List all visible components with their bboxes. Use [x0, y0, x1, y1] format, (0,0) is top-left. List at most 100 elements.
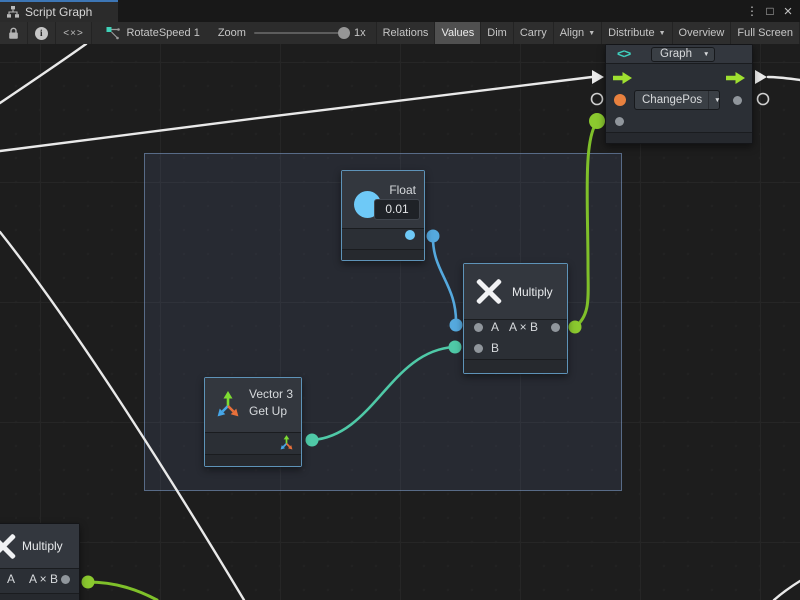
vector3-getup-node[interactable]: Vector 3 Get Up	[204, 377, 302, 467]
wire-white-topleft	[0, 44, 86, 103]
port-result[interactable]	[551, 323, 560, 332]
multiply-node-partial[interactable]: Multiply A A × B	[0, 523, 80, 600]
zoom-control: Zoom 1x	[218, 22, 377, 44]
flow-arrow-in-icon[interactable]	[613, 72, 632, 84]
graph-toolbar: i <×> RotateSpeed 1 Zoom 1x Relations Va…	[0, 22, 800, 45]
graph-reference-icon	[106, 26, 120, 40]
port-b[interactable]	[474, 344, 483, 353]
close-icon[interactable]: ×	[780, 2, 796, 20]
wire-teal-bulb-end	[449, 341, 462, 354]
float-value-input[interactable]: 0.01	[374, 199, 420, 220]
multiply-title: Multiply	[512, 284, 553, 300]
info-icon: i	[35, 27, 48, 40]
script-graph-icon	[7, 6, 19, 18]
info-button[interactable]: i	[28, 22, 56, 44]
wire-blue-bulb-start	[427, 230, 440, 243]
graph-selector-value: Graph	[660, 48, 692, 60]
multiply-node-header: Multiply	[464, 264, 567, 320]
multiply-node[interactable]: Multiply A A × B B	[463, 263, 568, 374]
full-screen-label: Full Screen	[737, 27, 793, 39]
port-a-label: A	[7, 571, 15, 587]
chevron-down-icon: ▼	[708, 91, 725, 109]
wire-teal-bulb-start	[306, 434, 319, 447]
breadcrumb-label: RotateSpeed 1	[126, 27, 199, 39]
wire-blue-float-to-a	[433, 236, 456, 324]
wire-green-bulb-start	[569, 321, 582, 334]
port-result-label: A × B	[509, 319, 538, 335]
vector3-output-port-icon[interactable]	[278, 434, 295, 451]
code-view-icon: <×>	[63, 28, 84, 39]
port-input-2[interactable]	[615, 117, 624, 126]
wire-white-from-graph-output	[768, 77, 800, 80]
distribute-button[interactable]: Distribute ▼	[602, 22, 672, 44]
tab-script-graph[interactable]: Script Graph	[0, 0, 118, 22]
hollow-port-right[interactable]	[758, 94, 769, 105]
chevron-down-icon: ▼	[588, 30, 595, 37]
dim-button[interactable]: Dim	[481, 22, 514, 44]
relations-label: Relations	[383, 27, 429, 39]
port-b-label: B	[491, 340, 499, 356]
graph-canvas[interactable]: <> Graph ▼ ChangePos ▼	[0, 44, 800, 600]
graph-selector-dropdown[interactable]: Graph ▼	[651, 47, 715, 62]
flow-triangle-left	[592, 70, 604, 84]
port-orange-input[interactable]	[614, 94, 626, 106]
changepos-value: ChangePos	[642, 94, 702, 106]
window-menu-icon[interactable]: ⋮	[744, 2, 760, 20]
graph-node-header: <> Graph ▼	[606, 45, 752, 64]
titlebar: Script Graph ⋮ □ ×	[0, 0, 800, 22]
chevron-down-icon: ▼	[659, 30, 666, 37]
dim-label: Dim	[487, 27, 507, 39]
align-button[interactable]: Align ▼	[554, 22, 602, 44]
relations-button[interactable]: Relations	[377, 22, 436, 44]
port-output[interactable]	[733, 96, 742, 105]
wire-green-bottom-bulb	[82, 576, 95, 589]
port-a-label: A	[491, 319, 499, 335]
vector3-axes-icon	[213, 389, 243, 419]
zoom-level: 1x	[354, 27, 366, 39]
tab-title: Script Graph	[25, 5, 92, 19]
port-result-label: A × B	[29, 571, 58, 587]
getup-subtitle: Get Up	[249, 403, 287, 419]
zoom-slider-handle[interactable]	[338, 27, 350, 39]
wire-teal-getup-to-b	[312, 347, 454, 440]
multiply-partial-title: Multiply	[22, 538, 63, 554]
vector3-node-footer	[205, 454, 301, 466]
multiply-partial-header: Multiply	[0, 524, 79, 569]
lock-button[interactable]	[0, 22, 28, 44]
align-label: Align	[560, 27, 584, 39]
float-title: Float	[389, 182, 416, 198]
full-screen-button[interactable]: Full Screen	[731, 22, 800, 44]
changepos-dropdown[interactable]: ChangePos ▼	[634, 90, 720, 110]
window-controls: ⋮ □ ×	[744, 0, 800, 22]
script-graph-window: Script Graph ⋮ □ × i <×> Rotate	[0, 0, 800, 600]
carry-label: Carry	[520, 27, 547, 39]
vector3-title: Vector 3	[249, 386, 293, 402]
hollow-port-left[interactable]	[592, 94, 603, 105]
carry-button[interactable]: Carry	[514, 22, 554, 44]
wire-white-to-graph-input	[0, 77, 592, 151]
values-button[interactable]: Values	[435, 22, 481, 44]
wire-green-bulb-end	[589, 113, 605, 129]
zoom-slider[interactable]	[254, 32, 346, 34]
maximize-icon[interactable]: □	[762, 2, 778, 20]
breadcrumb[interactable]: RotateSpeed 1	[96, 22, 209, 44]
zoom-label: Zoom	[218, 27, 246, 39]
multiply-icon	[475, 277, 503, 305]
graph-node[interactable]: <> Graph ▼ ChangePos ▼	[605, 44, 753, 144]
distribute-label: Distribute	[608, 27, 654, 39]
lock-icon	[8, 27, 19, 40]
graph-node-footer	[606, 132, 752, 143]
overview-button[interactable]: Overview	[673, 22, 732, 44]
wire-blue-bulb-end	[450, 319, 463, 332]
vector3-node-header: Vector 3 Get Up	[205, 378, 301, 433]
overview-label: Overview	[679, 27, 725, 39]
values-label: Values	[441, 27, 474, 39]
code-view-button[interactable]: <×>	[56, 22, 93, 44]
float-output-port[interactable]	[405, 230, 415, 240]
multiply-node-footer	[464, 359, 567, 373]
multiply-partial-footer	[0, 593, 79, 600]
port-result[interactable]	[61, 575, 70, 584]
float-node[interactable]: Float 0.01	[341, 170, 425, 261]
port-a[interactable]	[474, 323, 483, 332]
flow-arrow-out-icon[interactable]	[726, 72, 745, 84]
